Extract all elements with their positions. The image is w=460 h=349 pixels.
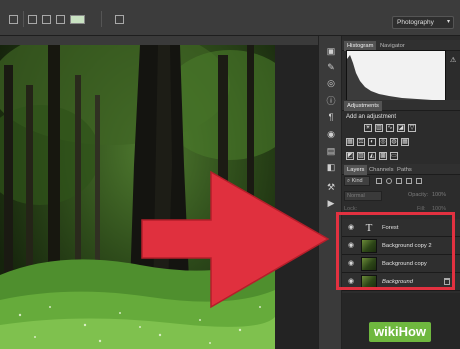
- align-center-icon[interactable]: [28, 15, 37, 24]
- info-icon[interactable]: ⓘ: [326, 96, 336, 106]
- threshold-icon[interactable]: ◭: [368, 152, 376, 160]
- invert-icon[interactable]: ◩: [346, 152, 354, 160]
- color-lookup-icon[interactable]: ▦: [401, 138, 409, 146]
- blend-mode-dropdown[interactable]: Normal: [344, 191, 382, 201]
- filter-shape-icon[interactable]: [406, 178, 412, 184]
- align-left-icon[interactable]: [9, 15, 18, 24]
- layer-filter-row: ⌕ Kind: [344, 176, 458, 187]
- layer-row-background[interactable]: ◉ Background: [342, 273, 460, 291]
- adjustment-icons-row-2: ▦ ⚖ ◐ ◎ ◍ ▦: [346, 138, 409, 146]
- adjustment-icons-row-1: ☀ ▥ ∿ ◪ ▽: [364, 124, 416, 132]
- options-bar: Photography ▾: [0, 0, 460, 36]
- text-color-swatch[interactable]: [70, 15, 85, 24]
- styles-icon[interactable]: ▤: [326, 146, 336, 156]
- justify-icon[interactable]: [56, 15, 65, 24]
- character-panel-icon[interactable]: [115, 15, 124, 24]
- layer-row-background-copy-2[interactable]: ◉ Background copy 2: [342, 237, 460, 255]
- levels-icon[interactable]: ▥: [375, 124, 383, 132]
- toolbar-divider: [23, 11, 24, 27]
- blend-opacity-row: Normal Opacity: 100%: [344, 191, 458, 202]
- adjustments-title: Add an adjustment: [346, 114, 397, 120]
- tab-layers[interactable]: Layers: [344, 165, 368, 175]
- document-canvas[interactable]: [0, 36, 318, 349]
- fill-label: Fill:: [417, 206, 426, 212]
- selective-color-icon[interactable]: ▩: [379, 152, 387, 160]
- filter-smart-object-icon[interactable]: [416, 178, 422, 184]
- lock-label: Lock:: [344, 206, 358, 212]
- layer-name: Background copy: [382, 261, 427, 267]
- brush-icon[interactable]: ✎: [326, 62, 336, 72]
- kind-filter-dropdown[interactable]: ⌕ Kind: [344, 176, 370, 186]
- layer-thumbnail: [361, 239, 377, 253]
- align-right-icon[interactable]: [42, 15, 51, 24]
- workspace-label: Photography: [397, 19, 434, 26]
- vibrance-icon[interactable]: ▽: [408, 124, 416, 132]
- layer-row-background-copy[interactable]: ◉ Background copy: [342, 255, 460, 273]
- histogram-curve: [347, 55, 445, 101]
- visibility-eye-icon[interactable]: ◉: [346, 241, 356, 251]
- chevron-down-icon: ▾: [446, 19, 450, 25]
- black-white-icon[interactable]: ◐: [368, 138, 376, 146]
- filter-type-icon[interactable]: [396, 178, 402, 184]
- forest-photo: [0, 45, 275, 349]
- curves-icon[interactable]: ∿: [386, 124, 394, 132]
- toolbar-divider: [101, 11, 102, 27]
- gradient-map-icon[interactable]: ▭: [390, 152, 398, 160]
- posterize-icon[interactable]: ▨: [357, 152, 365, 160]
- channel-mixer-icon[interactable]: ◍: [390, 138, 398, 146]
- filter-pixel-icon[interactable]: [376, 178, 382, 184]
- lock-fill-row: Lock: Fill: 100%: [344, 206, 458, 216]
- filter-adjustment-icon[interactable]: [386, 178, 392, 184]
- document-tab-bar: [0, 36, 318, 45]
- blend-mode-label: Normal: [347, 193, 365, 199]
- fill-value[interactable]: 100%: [432, 206, 446, 212]
- tab-paths[interactable]: Paths: [394, 165, 415, 175]
- kind-filter-label: Kind: [351, 178, 363, 184]
- visibility-eye-icon[interactable]: ◉: [346, 223, 356, 233]
- exposure-icon[interactable]: ◪: [397, 124, 405, 132]
- layer-name: Background copy 2: [382, 243, 432, 249]
- layers-comp-icon[interactable]: ◧: [326, 162, 336, 172]
- adjustment-icons-row-3: ◩ ▨ ◭ ▩ ▭: [346, 152, 398, 160]
- photo-filter-icon[interactable]: ◎: [379, 138, 387, 146]
- warning-icon[interactable]: ⚠: [450, 56, 456, 64]
- workspace-dropdown[interactable]: Photography ▾: [392, 16, 454, 29]
- forest-image: [0, 45, 275, 349]
- tab-channels[interactable]: Channels: [366, 165, 397, 175]
- layer-name: Background: [382, 279, 413, 285]
- wikihow-watermark: wikiHow: [369, 322, 432, 342]
- swatches-icon[interactable]: ◉: [326, 129, 336, 139]
- visibility-eye-icon[interactable]: ◉: [346, 259, 356, 269]
- layer-thumbnail: [361, 275, 377, 289]
- lock-icon: [444, 278, 450, 285]
- histogram-graph: [346, 50, 446, 102]
- visibility-eye-icon[interactable]: ◉: [346, 277, 356, 287]
- adjustments-panel-tabs: Adjustments: [342, 100, 460, 111]
- layer-row-forest[interactable]: ◉ T Forest: [342, 219, 460, 237]
- layers-panel-tabs: Layers Channels Paths: [342, 164, 460, 175]
- layer-name: Forest: [382, 225, 399, 231]
- hue-saturation-icon[interactable]: ▦: [346, 138, 354, 146]
- tool-presets-icon[interactable]: ⚒: [326, 182, 336, 192]
- panel-icon-strip: ▣ ✎ ◎ ⓘ ¶ ◉ ▤ ◧ ⚒ ▶: [318, 36, 342, 349]
- opacity-value[interactable]: 100%: [432, 192, 446, 198]
- layer-thumbnail: [361, 257, 377, 271]
- color-balance-icon[interactable]: ⚖: [357, 138, 365, 146]
- actions-icon[interactable]: ▶: [326, 198, 336, 208]
- opacity-label: Opacity:: [408, 192, 429, 198]
- paragraph-icon[interactable]: ¶: [326, 112, 336, 122]
- text-layer-icon: T: [365, 222, 373, 234]
- layers-list: ◉ T Forest ◉ Background copy 2 ◉ Backgro…: [342, 219, 460, 291]
- brightness-icon[interactable]: ☀: [364, 124, 372, 132]
- history-icon[interactable]: ▣: [326, 46, 336, 56]
- navigator-icon[interactable]: ◎: [326, 78, 336, 88]
- tab-adjustments[interactable]: Adjustments: [344, 101, 382, 111]
- canvas-pasteboard: [275, 45, 318, 349]
